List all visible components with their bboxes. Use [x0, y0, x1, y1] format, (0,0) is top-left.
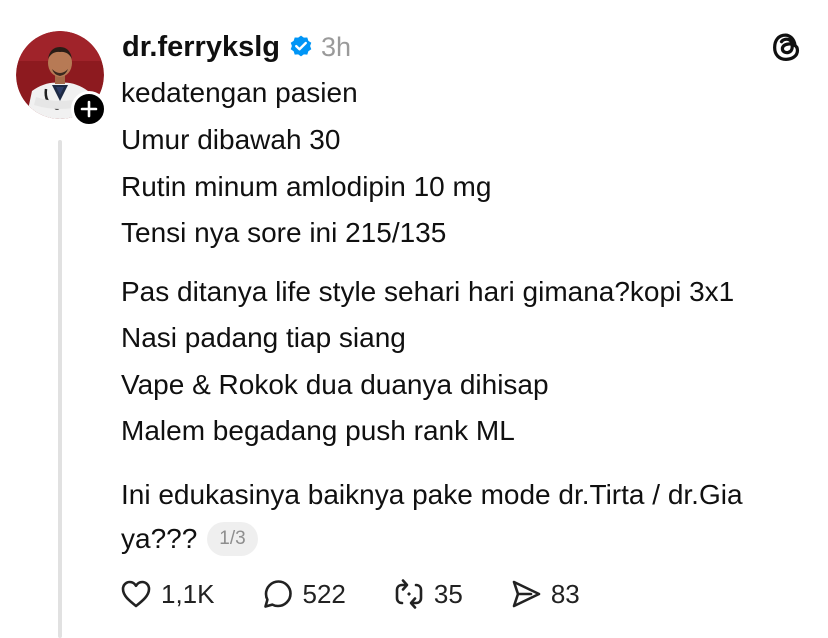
post-text-line: ya???: [121, 523, 198, 554]
heart-icon: [121, 580, 151, 608]
plus-icon: [80, 100, 98, 118]
threads-logo-icon[interactable]: [768, 28, 806, 66]
post-text-line: Tensi nya sore ini 215/135: [121, 217, 447, 248]
post-text-line: Rutin minum amlodipin 10 mg: [121, 171, 492, 202]
repost-count: 35: [433, 578, 463, 609]
share-icon: [512, 580, 541, 608]
share-count: 83: [550, 578, 580, 609]
post-text-line: Umur dibawah 30: [121, 124, 341, 155]
share-button[interactable]: 83: [509, 577, 580, 611]
post-text-line: Pas ditanya life style sehari hari giman…: [121, 276, 735, 307]
reply-icon: [263, 580, 292, 608]
post-text-line: kedatengan pasien: [121, 77, 358, 108]
post-text-last-line: ya??? 1/3: [121, 521, 258, 558]
follow-button[interactable]: [71, 91, 107, 127]
post-actions: 1,1K 522 35 83: [119, 574, 580, 614]
reply-count: 522: [302, 578, 346, 609]
post-header: dr.ferrykslg 3h: [122, 26, 351, 68]
post-time: 3h: [320, 31, 352, 62]
thread-line: [58, 140, 62, 638]
repost-icon: [395, 579, 423, 609]
like-button[interactable]: 1,1K: [119, 577, 215, 611]
post-text-line: Ini edukasinya baiknya pake mode dr.Tirt…: [121, 479, 743, 510]
like-count: 1,1K: [161, 578, 215, 609]
reply-button[interactable]: 522: [261, 577, 346, 611]
post-text-line: Nasi padang tiap siang: [121, 322, 406, 353]
verified-badge-icon: [290, 35, 312, 57]
post-text-line: Malem begadang push rank ML: [121, 415, 515, 446]
post-text-line: Vape & Rokok dua duanya dihisap: [121, 369, 549, 400]
page-indicator[interactable]: 1/3: [207, 521, 258, 556]
username[interactable]: dr.ferrykslg: [122, 31, 280, 64]
repost-button[interactable]: 35: [392, 577, 463, 611]
